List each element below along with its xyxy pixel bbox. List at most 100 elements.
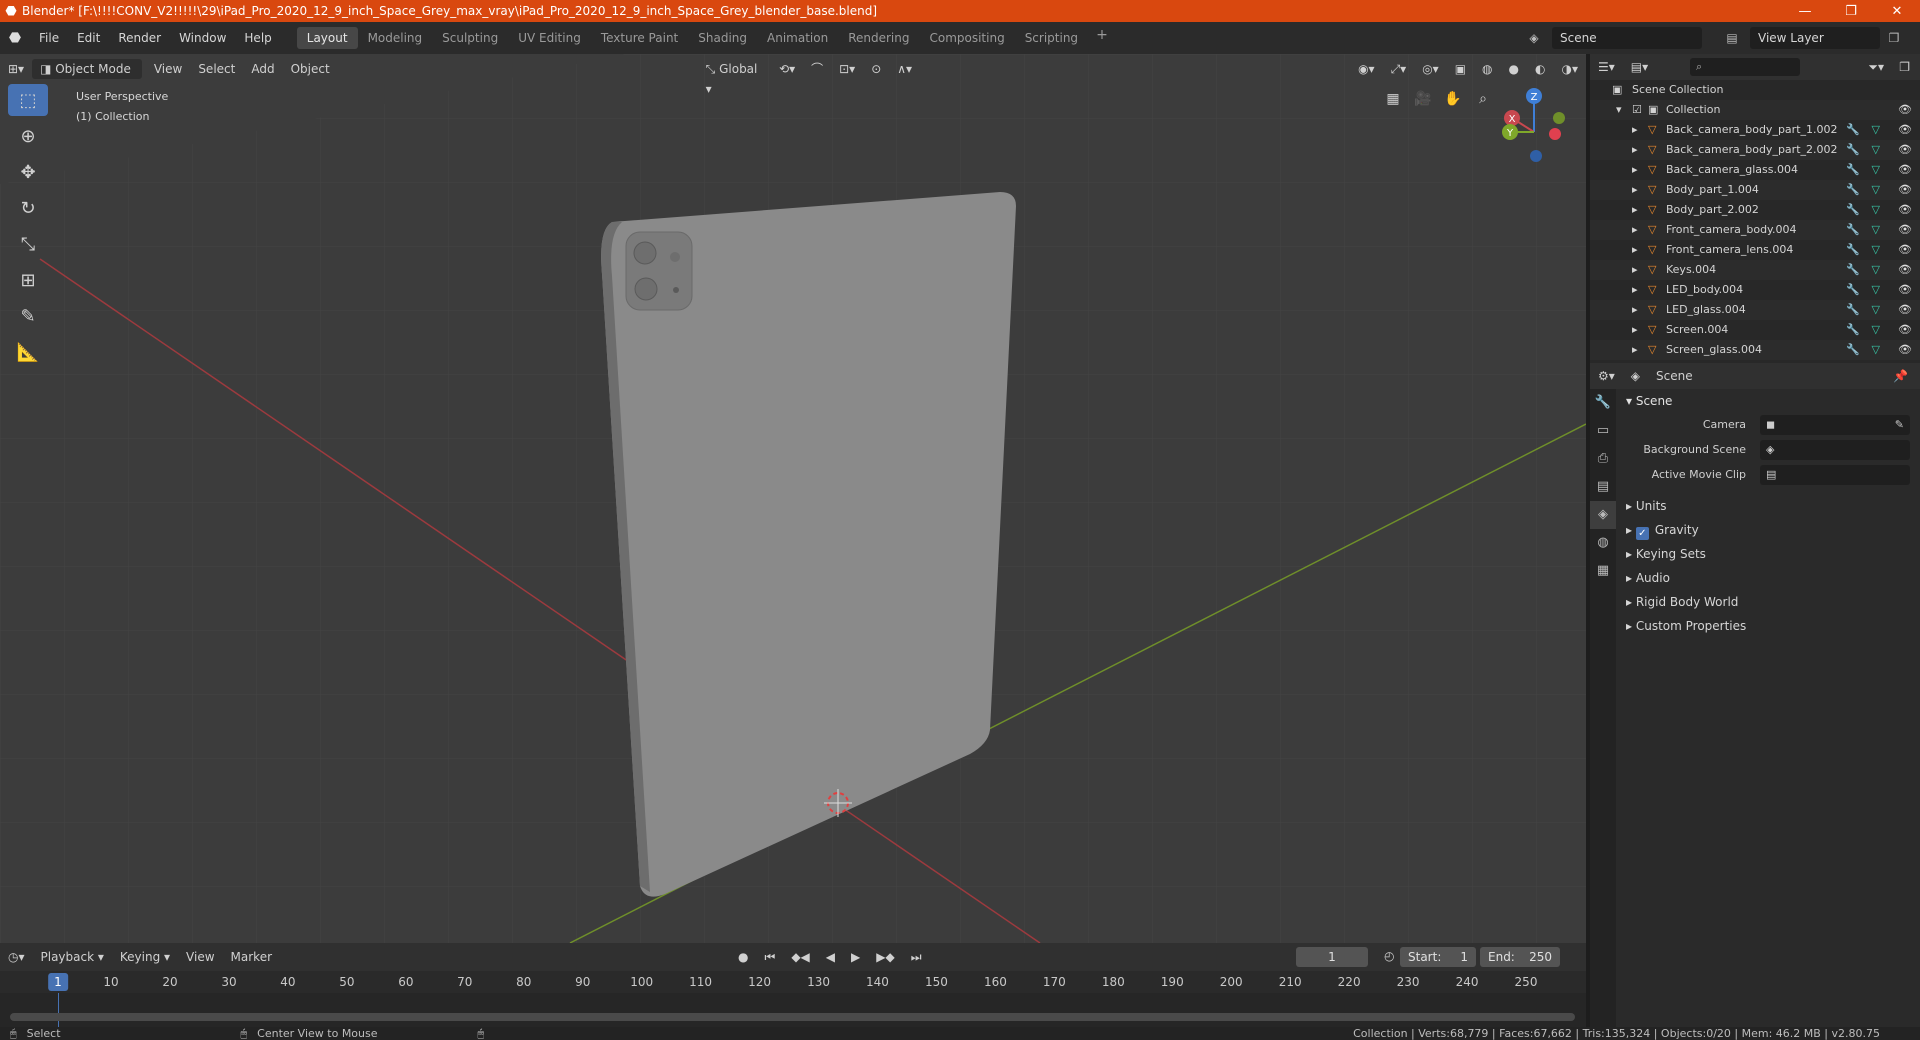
move-tool-icon[interactable]: ✥	[8, 156, 48, 188]
view-layer-tab-icon[interactable]: ▤	[1590, 473, 1616, 501]
modifier-icon[interactable]: 🔧	[1846, 120, 1860, 140]
pin-icon[interactable]: 📌	[1885, 366, 1916, 386]
outliner-object-row[interactable]: ▸ ▽ Body_part_2.002 🔧 ▽ 👁	[1590, 200, 1920, 220]
outliner-editor-type-icon[interactable]: ☰▾	[1590, 57, 1623, 77]
modifier-icon[interactable]: 🔧	[1846, 200, 1860, 220]
eye-icon[interactable]: 👁	[1898, 280, 1912, 300]
modifier-icon[interactable]: 🔧	[1846, 280, 1860, 300]
add-workspace-icon[interactable]: +	[1088, 27, 1116, 49]
mesh-data-icon[interactable]: ▽	[1872, 120, 1880, 140]
menu-edit[interactable]: Edit	[68, 26, 109, 50]
mesh-data-icon[interactable]: ▽	[1872, 320, 1880, 340]
camera-field[interactable]: ◼ ✎	[1760, 415, 1910, 435]
tab-layout[interactable]: Layout	[296, 27, 358, 49]
outliner-object-row[interactable]: ▸ ▽ LED_glass.004 🔧 ▽ 👁	[1590, 300, 1920, 320]
expand-icon[interactable]: ▸	[1632, 260, 1638, 280]
play-icon[interactable]: ▶	[843, 950, 868, 964]
snap-target-icon[interactable]: ⊡▾	[831, 59, 863, 79]
eye-icon[interactable]: 👁	[1898, 300, 1912, 320]
viewport-menu-select[interactable]: Select	[190, 59, 243, 79]
rigid-body-world-panel-header[interactable]: ▸ Rigid Body World	[1620, 590, 1916, 614]
mesh-data-icon[interactable]: ▽	[1872, 260, 1880, 280]
jump-start-icon[interactable]: ⏮	[757, 950, 784, 965]
eye-icon[interactable]: 👁	[1898, 260, 1912, 280]
outliner-object-row[interactable]: ▸ ▽ Screen_glass.004 🔧 ▽ 👁	[1590, 340, 1920, 360]
current-frame-field[interactable]: 1	[1296, 947, 1368, 967]
outliner-object-row[interactable]: ▸ ▽ Back_camera_body_part_2.002 🔧 ▽ 👁	[1590, 140, 1920, 160]
timeline-menu-keying[interactable]: Keying ▾	[112, 950, 178, 964]
tab-scripting[interactable]: Scripting	[1015, 27, 1088, 49]
mesh-data-icon[interactable]: ▽	[1872, 340, 1880, 360]
select-box-tool-icon[interactable]: ⬚	[8, 84, 48, 116]
outliner-object-row[interactable]: ▸ ▽ Back_camera_body_part_1.002 🔧 ▽ 👁	[1590, 120, 1920, 140]
menu-file[interactable]: File	[30, 26, 68, 50]
scene-tab-icon[interactable]: ◈	[1590, 501, 1616, 529]
xray-icon[interactable]: ▣	[1447, 59, 1474, 79]
mesh-data-icon[interactable]: ▽	[1872, 280, 1880, 300]
mesh-data-icon[interactable]: ▽	[1872, 140, 1880, 160]
timeline-menu-playback[interactable]: Playback ▾	[33, 950, 112, 964]
gizmo-toggle-icon[interactable]: ⤢▾	[1383, 59, 1415, 79]
timeline-ruler[interactable]: 1 10 20 30 40 50 60 70 80 90 100 110 120 130 140 150 160…	[0, 971, 1586, 993]
collection-row[interactable]: ▾ ☑ ▣ Collection 👁	[1590, 100, 1920, 120]
visibility-icon[interactable]: ◉▾	[1350, 59, 1383, 79]
playhead-frame-indicator[interactable]: 1	[48, 973, 68, 991]
timeline-menu-marker[interactable]: Marker	[223, 950, 280, 964]
start-frame-field[interactable]: Start: 1	[1400, 947, 1476, 967]
scene-collection-row[interactable]: ▣ Scene Collection	[1590, 80, 1920, 100]
expand-icon[interactable]: ▸	[1632, 120, 1638, 140]
outliner-object-row[interactable]: ▸ ▽ Front_camera_body.004 🔧 ▽ 👁	[1590, 220, 1920, 240]
modifier-icon[interactable]: 🔧	[1846, 260, 1860, 280]
snap-icon[interactable]: ⌒	[803, 59, 831, 79]
outliner-object-row[interactable]: ▸ ▽ Front_camera_lens.004 🔧 ▽ 👁	[1590, 240, 1920, 260]
pan-hand-icon[interactable]: ✋	[1440, 86, 1466, 112]
prev-keyframe-icon[interactable]: ◆◀	[783, 950, 817, 964]
gravity-checkbox[interactable]: ✓	[1635, 527, 1649, 540]
tool-tab-icon[interactable]: 🔧	[1590, 389, 1616, 417]
outliner-object-row[interactable]: ▸ ▽ Back_camera_glass.004 🔧 ▽ 👁	[1590, 160, 1920, 180]
menu-help[interactable]: Help	[235, 26, 280, 50]
outliner-object-row[interactable]: ▸ ▽ Screen.004 🔧 ▽ 👁	[1590, 320, 1920, 340]
expand-icon[interactable]: ▸	[1632, 340, 1638, 360]
modifier-icon[interactable]: 🔧	[1846, 140, 1860, 160]
play-reverse-icon[interactable]: ◀	[818, 950, 843, 964]
eye-icon[interactable]: 👁	[1898, 160, 1912, 180]
eye-icon[interactable]: 👁	[1898, 100, 1912, 120]
world-tab-icon[interactable]: ◍	[1590, 529, 1616, 557]
3d-viewport[interactable]: Z X Y ⊞▾ ◨ Object Mode ▾ View Select Add…	[0, 54, 1586, 943]
stopwatch-icon[interactable]: ◴	[1376, 949, 1402, 963]
mesh-data-icon[interactable]: ▽	[1872, 240, 1880, 260]
display-mode-icon[interactable]: ▤▾	[1623, 57, 1656, 77]
texture-tab-icon[interactable]: ▦	[1590, 557, 1616, 585]
tab-compositing[interactable]: Compositing	[919, 27, 1014, 49]
transform-tool-icon[interactable]: ⊞	[8, 264, 48, 296]
eye-icon[interactable]: 👁	[1898, 340, 1912, 360]
mesh-data-icon[interactable]: ▽	[1872, 200, 1880, 220]
scene-selector[interactable]: Scene	[1552, 27, 1702, 49]
restore-icon[interactable]: ❐	[1828, 0, 1874, 22]
scene-panel-header[interactable]: ▾ Scene	[1620, 389, 1916, 413]
timeline-track[interactable]	[0, 993, 1586, 1027]
modifier-icon[interactable]: 🔧	[1846, 340, 1860, 360]
object-mode-dropdown[interactable]: ◨ Object Mode ▾	[32, 59, 142, 96]
view-layer-selector[interactable]: View Layer	[1750, 27, 1880, 49]
expand-icon[interactable]: ▸	[1632, 280, 1638, 300]
gravity-panel-header[interactable]: ▸ ✓ Gravity	[1620, 518, 1916, 542]
expand-icon[interactable]: ▸	[1632, 160, 1638, 180]
scale-tool-icon[interactable]: ⤡	[8, 228, 48, 260]
shading-material-icon[interactable]: ◐	[1527, 59, 1553, 79]
overlays-icon[interactable]: ◎▾	[1414, 59, 1447, 79]
tab-texture-paint[interactable]: Texture Paint	[591, 27, 688, 49]
new-collection-icon[interactable]: ❐	[1891, 57, 1918, 77]
editor-type-icon[interactable]: ⊞▾	[0, 59, 32, 79]
proportional-edit-icon[interactable]: ⊙	[863, 59, 889, 79]
measure-tool-icon[interactable]: 📐	[8, 336, 48, 368]
tab-sculpting[interactable]: Sculpting	[432, 27, 508, 49]
keying-sets-panel-header[interactable]: ▸ Keying Sets	[1620, 542, 1916, 566]
perspective-toggle-icon[interactable]: ▦	[1380, 86, 1406, 112]
viewport-menu-view[interactable]: View	[146, 59, 190, 79]
transform-orientation-dropdown[interactable]: ⤡ Global ▾	[698, 59, 771, 96]
shading-rendered-icon[interactable]: ◑▾	[1554, 59, 1587, 79]
eye-icon[interactable]: 👁	[1898, 240, 1912, 260]
units-panel-header[interactable]: ▸ Units	[1620, 494, 1916, 518]
